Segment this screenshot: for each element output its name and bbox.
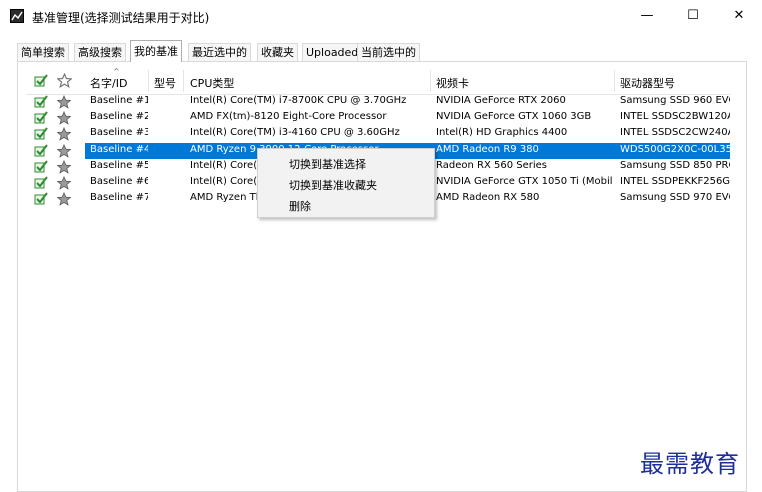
column-header-model[interactable]: 型号 [154, 75, 176, 91]
cell-drive: Samsung SSD 970 EVO Plus [620, 192, 730, 203]
check-icon[interactable] [34, 74, 48, 88]
tab-recently-selected[interactable]: 最近选中的 [188, 43, 251, 61]
star-icon[interactable] [57, 73, 72, 88]
column-divider[interactable] [614, 70, 615, 92]
cell-name: Baseline #2 [90, 111, 148, 122]
tab-strip: 简单搜索 高级搜索 我的基准 最近选中的 收藏夹 Uploaded 当前选中的 [17, 40, 747, 62]
column-divider[interactable] [430, 70, 431, 92]
cell-cpu: Intel(R) Core(TM) i3-4160 CPU @ 3.60GHz [190, 127, 400, 138]
cell-name: Baseline #3 [90, 127, 148, 138]
list-header: ^ 名字/ID 型号 CPU类型 视频卡 驱动器型号 [26, 68, 730, 95]
check-icon[interactable] [34, 95, 48, 109]
check-icon[interactable] [34, 144, 48, 158]
tab-my-baselines[interactable]: 我的基准 [130, 40, 182, 62]
cell-gpu: NVIDIA GeForce GTX 1050 Ti (Mobile) [436, 176, 612, 187]
star-icon[interactable] [57, 176, 71, 190]
baseline-list[interactable]: ^ 名字/ID 型号 CPU类型 视频卡 驱动器型号 Baseline #1 In… [26, 68, 730, 491]
cell-name: Baseline #1 [90, 95, 148, 106]
column-header-cpu[interactable]: CPU类型 [190, 75, 234, 91]
check-icon[interactable] [34, 111, 48, 125]
star-icon[interactable] [57, 127, 71, 141]
cell-drive: Samsung SSD 850 PRO [620, 160, 730, 171]
cell-gpu: NVIDIA GeForce RTX 2060 [436, 95, 566, 106]
check-icon[interactable] [34, 192, 48, 206]
window-title: 基准管理(选择测试结果用于对比) [32, 11, 210, 25]
close-button[interactable]: ✕ [716, 0, 762, 32]
column-header-gpu[interactable]: 视频卡 [436, 75, 469, 91]
cell-name: Baseline #5 [90, 160, 148, 171]
tab-simple-search[interactable]: 简单搜索 [17, 43, 69, 61]
menu-item-delete[interactable]: 删除 [289, 198, 311, 214]
cell-gpu: AMD Radeon R9 380 [436, 144, 539, 155]
context-menu: 切换到基准选择 切换到基准收藏夹 删除 [257, 148, 435, 218]
cell-gpu: NVIDIA GeForce GTX 1060 3GB [436, 111, 592, 122]
cell-name: Baseline #7 [90, 192, 148, 203]
cell-drive: WDS500G2X0C-00L350 [620, 144, 730, 155]
cell-drive: INTEL SSDPEKKF256G7L [620, 176, 730, 187]
cell-cpu: AMD FX(tm)-8120 Eight-Core Processor [190, 111, 387, 122]
column-header-drive[interactable]: 驱动器型号 [620, 75, 675, 91]
watermark: 最需教育 [640, 450, 740, 478]
tab-uploaded[interactable]: Uploaded [302, 43, 363, 61]
check-icon[interactable] [34, 160, 48, 174]
table-row[interactable]: Baseline #2 AMD FX(tm)-8120 Eight-Core Pr… [26, 110, 730, 126]
column-divider[interactable] [148, 70, 149, 92]
table-row[interactable]: Baseline #3 Intel(R) Core(TM) i3-4160 CPU… [26, 126, 730, 142]
star-icon[interactable] [57, 192, 71, 206]
column-divider[interactable] [183, 70, 184, 92]
tab-advanced-search[interactable]: 高级搜索 [74, 43, 126, 61]
cell-drive: Samsung SSD 960 EVO [620, 95, 730, 106]
cell-drive: INTEL SSDSC2CW240A3 [620, 127, 730, 138]
star-icon[interactable] [57, 160, 71, 174]
cell-gpu: AMD Radeon RX 580 [436, 192, 540, 203]
cell-gpu: Intel(R) HD Graphics 4400 [436, 127, 568, 138]
cell-gpu: Radeon RX 560 Series [436, 160, 547, 171]
cell-drive: INTEL SSDSC2BW120A4 [620, 111, 730, 122]
title-bar: 基准管理(选择测试结果用于对比) — ☐ ✕ [0, 0, 762, 32]
tab-favorites[interactable]: 收藏夹 [257, 43, 298, 61]
menu-item-switch-to-baseline-favorites[interactable]: 切换到基准收藏夹 [289, 177, 377, 193]
minimize-button[interactable]: — [624, 0, 670, 32]
cell-name: Baseline #6 [90, 176, 148, 187]
maximize-button[interactable]: ☐ [670, 0, 716, 32]
star-icon[interactable] [57, 111, 71, 125]
star-icon[interactable] [57, 95, 71, 109]
cell-name: Baseline #4 [90, 144, 148, 155]
menu-item-switch-to-baseline-selection[interactable]: 切换到基准选择 [289, 156, 366, 172]
column-header-name[interactable]: 名字/ID [90, 75, 127, 91]
check-icon[interactable] [34, 127, 48, 141]
app-icon [10, 9, 24, 23]
table-row[interactable]: Baseline #1 Intel(R) Core(TM) i7-8700K CP… [26, 94, 730, 110]
check-icon[interactable] [34, 176, 48, 190]
cell-cpu: Intel(R) Core(TM) i7-8700K CPU @ 3.70GHz [190, 95, 407, 106]
tab-currently-selected[interactable]: 当前选中的 [357, 43, 420, 61]
star-icon[interactable] [57, 144, 71, 158]
